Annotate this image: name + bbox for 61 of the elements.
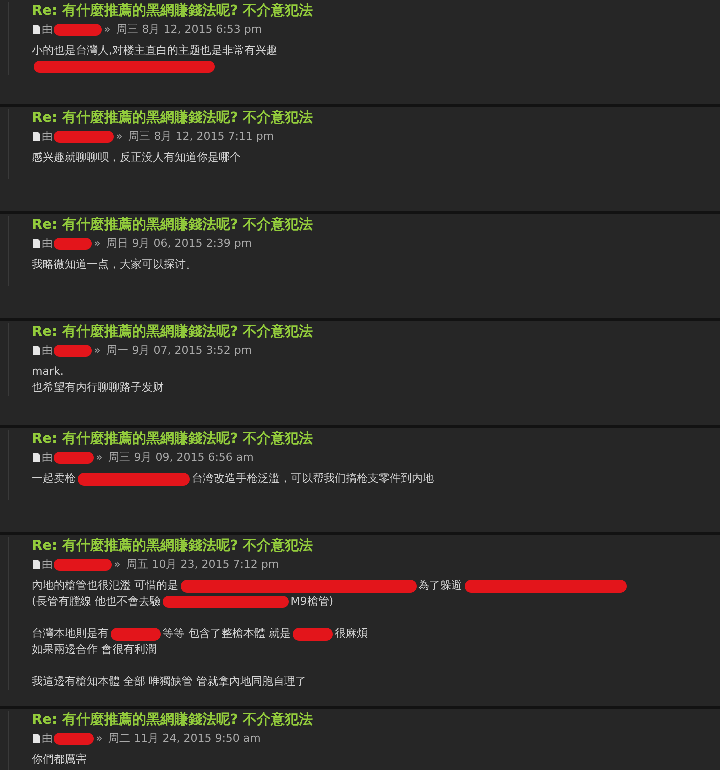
post-text: mark. <box>32 364 64 380</box>
post-text: 小的也是台灣人,对楼主直白的主题也是非常有兴趣 <box>32 43 278 59</box>
byline-label: 由 <box>42 557 53 573</box>
post-title[interactable]: Re: 有什麼推薦的黑網賺錢法呢? 不介意犯法 <box>32 537 314 556</box>
post-text: 我這邊有槍知本體 全部 唯獨缺管 管就拿內地同胞自理了 <box>32 674 306 690</box>
post-text: M9槍管) <box>290 594 334 610</box>
document-icon <box>33 239 40 248</box>
post-date: 周五 10月 23, 2015 7:12 pm <box>126 557 280 573</box>
post-text: 台灣本地則是有 <box>32 626 109 642</box>
post-date: 周三 8月 12, 2015 6:53 pm <box>116 22 262 38</box>
redaction-mark <box>54 238 92 250</box>
document-icon <box>33 132 40 141</box>
byline-label: 由 <box>42 731 53 747</box>
byline-label: 由 <box>42 129 53 145</box>
redaction-mark <box>54 732 94 744</box>
byline-separator: » <box>96 731 103 747</box>
byline-separator: » <box>116 129 123 145</box>
post-text: 也希望有内行聊聊路子发财 <box>32 380 164 396</box>
post-text: 為了躲避 <box>418 578 462 594</box>
post-date: 周日 9月 06, 2015 2:39 pm <box>106 236 252 252</box>
document-icon <box>33 453 40 462</box>
post-text: 如果兩邊合作 會很有利潤 <box>32 642 156 658</box>
byline-separator: » <box>94 343 101 359</box>
byline-label: 由 <box>42 343 53 359</box>
byline-label: 由 <box>42 450 53 466</box>
document-icon <box>33 734 40 743</box>
post-title[interactable]: Re: 有什麼推薦的黑網賺錢法呢? 不介意犯法 <box>32 323 314 342</box>
redaction-mark <box>293 628 333 640</box>
post-date: 周二 11月 24, 2015 9:50 am <box>108 731 261 747</box>
redaction-mark <box>54 452 94 464</box>
post-date: 周三 8月 12, 2015 7:11 pm <box>128 129 274 145</box>
post-text: 台湾改造手枪泛滥，可以帮我们搞枪支零件到内地 <box>192 471 434 487</box>
post-text: 內地的槍管也很氾濫 可惜的是 <box>32 578 178 594</box>
document-icon <box>33 25 40 34</box>
post-date: 周三 9月 09, 2015 6:56 am <box>108 450 254 466</box>
post-date: 周一 9月 07, 2015 3:52 pm <box>106 343 252 359</box>
post-title[interactable]: Re: 有什麼推薦的黑網賺錢法呢? 不介意犯法 <box>32 109 314 128</box>
byline-label: 由 <box>42 236 53 252</box>
post-text: 我略微知道一点，大家可以探讨。 <box>32 257 197 273</box>
post-text: 你們都厲害 <box>32 752 87 768</box>
byline-separator: » <box>94 236 101 252</box>
post-text: 感兴趣就聊聊呗，反正没人有知道你是哪个 <box>32 150 241 166</box>
document-icon <box>33 560 40 569</box>
document-icon <box>33 346 40 355</box>
byline-separator: » <box>114 557 121 573</box>
redaction-mark <box>54 24 102 36</box>
post-title[interactable]: Re: 有什麼推薦的黑網賺錢法呢? 不介意犯法 <box>32 216 314 235</box>
redaction-mark <box>54 130 114 142</box>
byline-label: 由 <box>42 22 53 38</box>
byline-separator: » <box>104 22 111 38</box>
redaction-mark <box>111 628 161 640</box>
post-text: 一起卖枪 <box>32 471 76 487</box>
post-text: 很麻煩 <box>335 626 368 642</box>
redaction-mark <box>54 344 92 356</box>
post-title[interactable]: Re: 有什麼推薦的黑網賺錢法呢? 不介意犯法 <box>32 430 314 449</box>
post-text: (長管有膛線 他也不會去驗 <box>32 594 161 610</box>
post-text: 等等 包含了整槍本體 就是 <box>163 626 291 642</box>
byline-separator: » <box>96 450 103 466</box>
redaction-mark <box>54 558 112 570</box>
post-title[interactable]: Re: 有什麼推薦的黑網賺錢法呢? 不介意犯法 <box>32 711 314 730</box>
post-title[interactable]: Re: 有什麼推薦的黑網賺錢法呢? 不介意犯法 <box>32 2 314 21</box>
